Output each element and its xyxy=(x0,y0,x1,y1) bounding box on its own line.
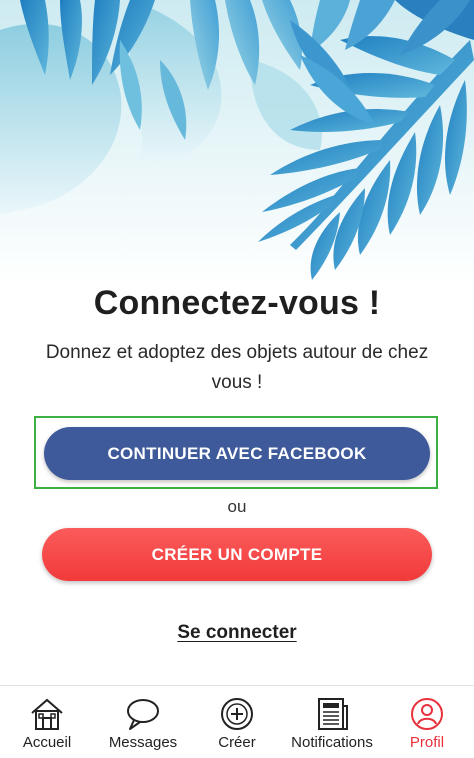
tab-messages[interactable]: Messages xyxy=(98,686,188,758)
plus-circle-icon xyxy=(219,694,255,734)
speech-bubble-icon xyxy=(125,694,161,734)
bottom-tab-bar: Accueil Messages Créer Notifications Pro… xyxy=(0,685,474,758)
tab-notifications[interactable]: Notifications xyxy=(282,686,382,758)
newspaper-icon xyxy=(314,694,350,734)
tab-creer[interactable]: Créer xyxy=(204,686,270,758)
tab-label: Accueil xyxy=(22,734,72,751)
tab-label: Notifications xyxy=(291,734,373,751)
page-title: Connectez-vous ! xyxy=(93,284,381,322)
user-circle-icon xyxy=(409,694,445,734)
login-link[interactable]: Se connecter xyxy=(177,622,296,643)
create-account-button[interactable]: CRÉER UN COMPTE xyxy=(42,528,432,581)
login-link-container: Se connecter xyxy=(0,622,474,644)
tab-label: Créer xyxy=(218,734,256,751)
tab-label: Profil xyxy=(409,734,445,751)
hero-illustration xyxy=(0,0,474,285)
continue-with-facebook-button[interactable]: CONTINUER AVEC FACEBOOK xyxy=(44,427,430,480)
tab-accueil[interactable]: Accueil xyxy=(10,686,84,758)
tab-profil[interactable]: Profil xyxy=(396,686,458,758)
house-icon xyxy=(29,694,65,734)
page-subtitle: Donnez et adoptez des objets autour de c… xyxy=(45,342,429,393)
palm-leaves-illustration xyxy=(0,0,474,285)
or-separator: ou xyxy=(227,497,247,516)
tab-label: Messages xyxy=(108,734,178,751)
